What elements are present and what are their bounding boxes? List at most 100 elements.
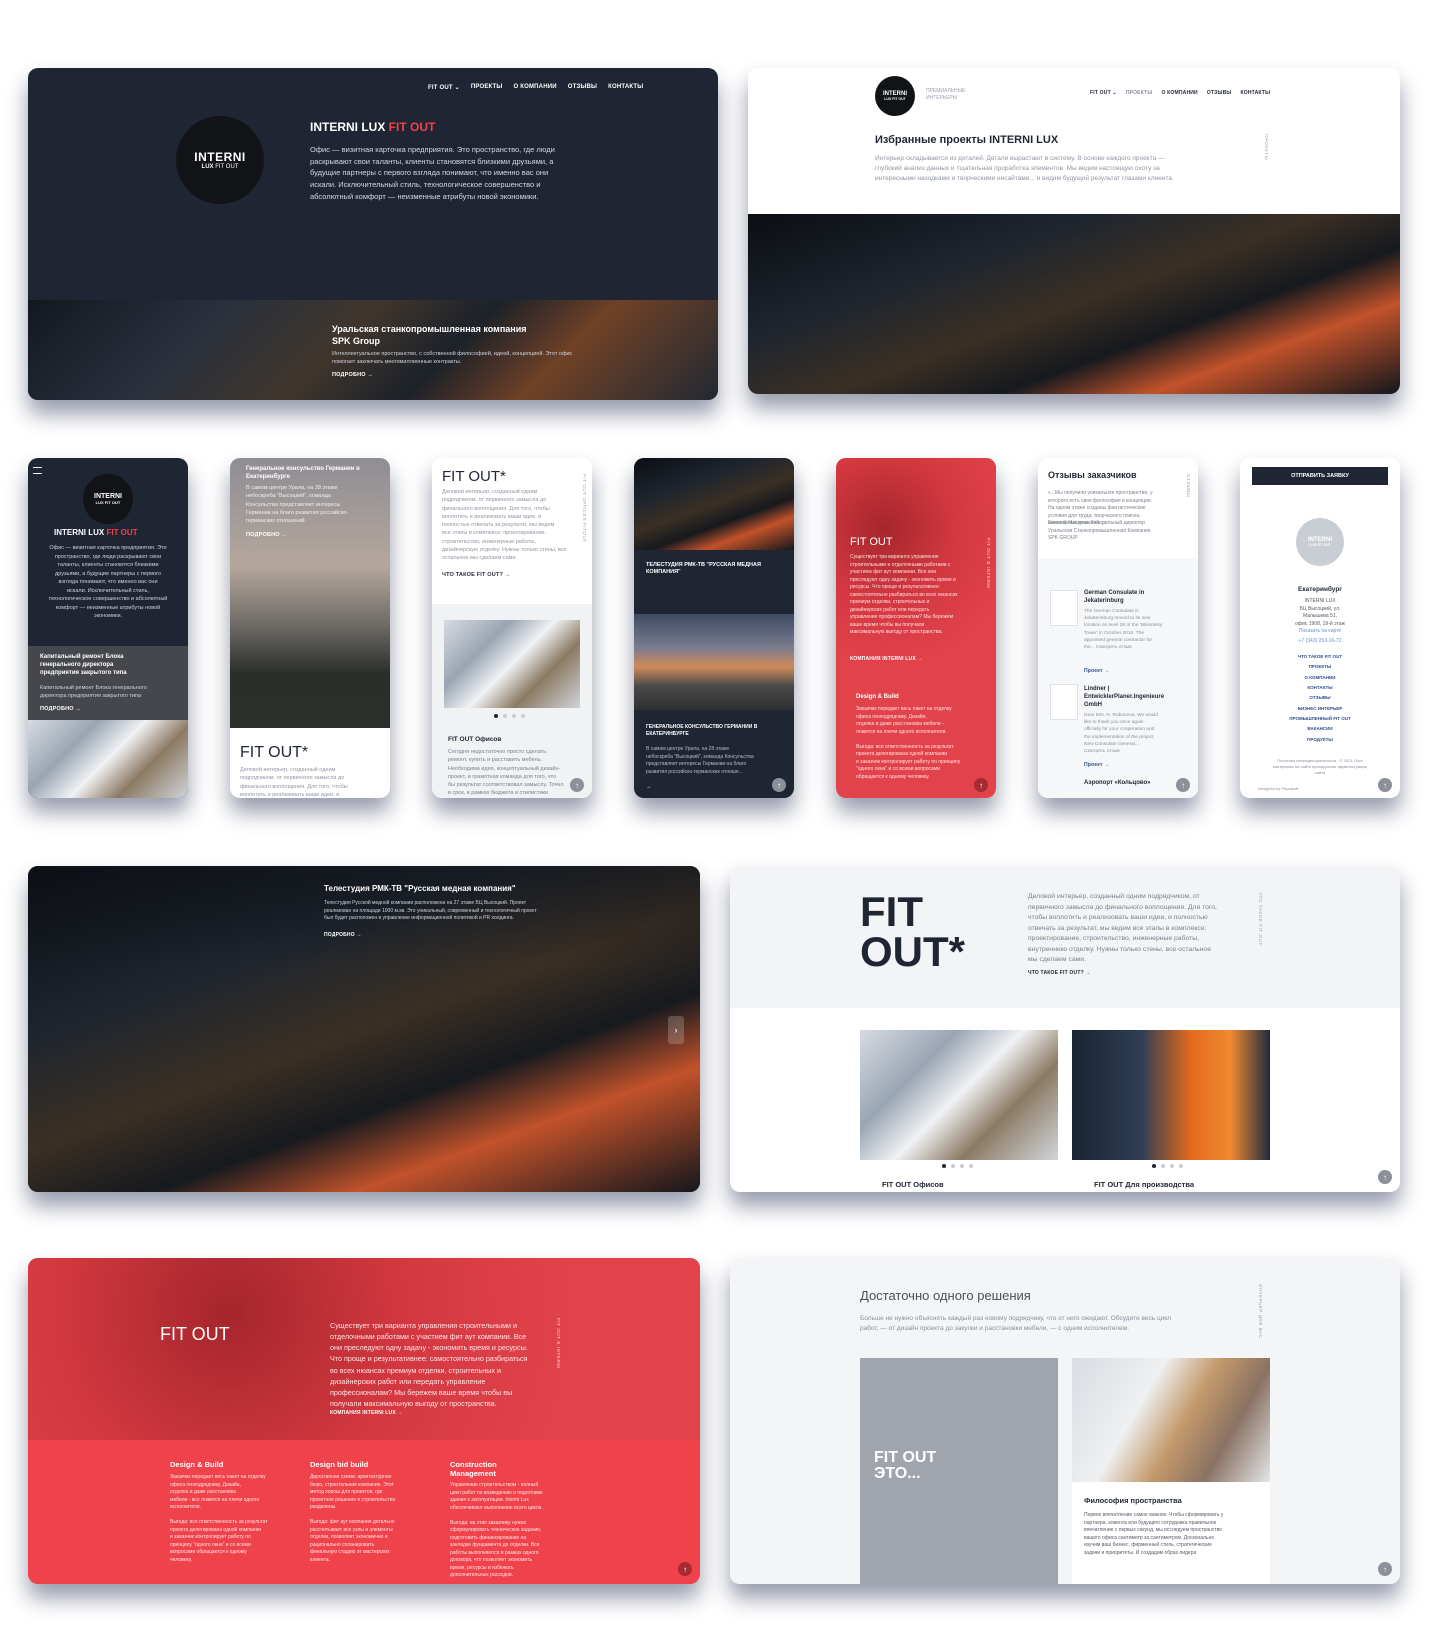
footer-link[interactable]: ПРОМЫШЛЕННЫЙ FIT OUT bbox=[1240, 714, 1400, 724]
send-request-button[interactable]: ОТПРАВИТЬ ЗАЯВКУ bbox=[1252, 467, 1388, 485]
mobile-studio-card: ТЕЛЕСТУДИЯ РМК-ТВ "РУССКАЯ МЕДНАЯ КОМПАН… bbox=[634, 458, 794, 798]
m4-title-2: ГЕНЕРАЛЬНОЕ КОНСУЛЬСТВО ГЕРМАНИИ В ЕКАТЕ… bbox=[646, 724, 758, 737]
fitout-carousel-dots-1[interactable] bbox=[942, 1164, 973, 1168]
fitout-carousel-dots-2[interactable] bbox=[1152, 1164, 1183, 1168]
m1-text: Офис — визитная карточка предприятия. Эт… bbox=[48, 545, 168, 620]
nav-projects[interactable]: ПРОЕКТЫ bbox=[471, 84, 503, 91]
m7-scroll-up-button[interactable]: ↑ bbox=[1378, 778, 1392, 792]
footer-links: ЧТО ТАКОЕ FIT OUT ПРОЕКТЫ О КОМПАНИИ КОН… bbox=[1240, 652, 1400, 745]
hero-slide-title: Уральская станкопромышленная компания SP… bbox=[332, 324, 527, 346]
m6-doc-thumb-1[interactable] bbox=[1050, 590, 1078, 626]
m2-more-link[interactable]: ПОДРОБНО → bbox=[246, 532, 287, 538]
m3-carousel-dots[interactable] bbox=[494, 714, 525, 718]
red-scroll-up-button[interactable]: ↑ bbox=[678, 1562, 692, 1576]
brand-logo-small[interactable]: INTERNI LUX FIT OUT bbox=[875, 76, 915, 116]
hero-slide-more-link[interactable]: ПОДРОБНО → bbox=[332, 372, 373, 378]
m3-more-link[interactable]: ЧТО ТАКОЕ FIT OUT? → bbox=[442, 572, 510, 578]
m6-r2-link[interactable]: Проект → bbox=[1084, 762, 1109, 768]
footer-phone[interactable]: +7 (343) 253-16-72 bbox=[1240, 638, 1400, 646]
solution-card-photo bbox=[1072, 1358, 1270, 1482]
footer-link[interactable]: ЧТО ТАКОЕ FIT OUT bbox=[1240, 652, 1400, 662]
footer-dev[interactable]: Designed by Pepelsoft bbox=[1258, 786, 1298, 792]
m6-author: Евгений Макаров, Генеральный директор Ур… bbox=[1048, 520, 1151, 541]
projects-text: Интерьер складывается из деталей. Детали… bbox=[875, 155, 1174, 183]
m4-photo-1 bbox=[634, 458, 794, 550]
footer-map-link[interactable]: Показать на карте bbox=[1240, 628, 1400, 636]
footer-link[interactable]: ПРОЕКТЫ bbox=[1240, 662, 1400, 672]
m6-doc-thumb-2[interactable] bbox=[1050, 684, 1078, 720]
solution-bg bbox=[730, 1258, 1400, 1584]
fitout-scroll-up-button[interactable]: ↑ bbox=[1378, 1170, 1392, 1184]
studio-text: Телестудия Русской медной компании распо… bbox=[324, 900, 537, 921]
m6-r3-title: Аэропорт «Кольцово» bbox=[1084, 780, 1151, 786]
nav-company[interactable]: О КОМПАНИИ bbox=[1161, 90, 1197, 96]
solution-scroll-up-button[interactable]: ↑ bbox=[1378, 1562, 1392, 1576]
m5-sub-text: Заказчик передает весь пакет на отделку … bbox=[856, 706, 961, 780]
footer-link[interactable]: ОТЗЫВЫ bbox=[1240, 693, 1400, 703]
m5-scroll-up-button[interactable]: ↑ bbox=[974, 778, 988, 792]
fitout-card-2-photo[interactable] bbox=[1072, 1030, 1270, 1160]
red-text: Существует три варианта управления строи… bbox=[330, 1321, 528, 1409]
footer-link[interactable]: БИЗНЕС ИНТЕРЬЕР bbox=[1240, 704, 1400, 714]
nav-projects[interactable]: ПРОЕКТЫ bbox=[1126, 90, 1153, 96]
m3-photo bbox=[444, 620, 580, 708]
nav-reviews[interactable]: ОТЗЫВЫ bbox=[568, 84, 597, 91]
red-vertical-label: FIT OUT В INTERNI bbox=[556, 1318, 561, 1370]
fitout-big-title: FIT OUT* bbox=[860, 888, 965, 975]
nav-contacts[interactable]: КОНТАКТЫ bbox=[1241, 90, 1271, 96]
m6-r1-link[interactable]: Проект → bbox=[1084, 668, 1109, 674]
hamburger-icon[interactable] bbox=[33, 467, 42, 474]
solution-vertical-label: ИНТЕРЬЕР ДЛЯ ВАС bbox=[1258, 1284, 1263, 1339]
footer-link[interactable]: ВАКАНСИИ bbox=[1240, 724, 1400, 734]
mobile-reviews-card: Отзывы заказчиков «...Мы получили уникал… bbox=[1038, 458, 1198, 798]
fitout-more-link[interactable]: ЧТО ТАКОЕ FIT OUT? → bbox=[1028, 970, 1091, 976]
footer-policy[interactable]: Политика конфиденциальности · © 2021 | В… bbox=[1240, 758, 1400, 776]
red-more-link[interactable]: КОМПАНИЯ INTERNI LUX → bbox=[330, 1410, 403, 1416]
m2-title: Генеральное консульство Германии в Екате… bbox=[246, 466, 360, 480]
m1-slide-text: Капитальный ремонт Блока генерального ди… bbox=[40, 685, 147, 700]
desktop-fitout-card: FIT OUT* Деловой интерьер, созданный одн… bbox=[730, 866, 1400, 1192]
m4-text: В самом центре Урала, на 28 этаже небоск… bbox=[646, 746, 754, 775]
m3-big-title: FIT OUT* bbox=[442, 468, 506, 485]
footer-address: INTERNI LUX БЦ Высоцкий, ул. Малышева 51… bbox=[1295, 598, 1345, 627]
mobile-red-card: FIT OUT Существует три варианта управлен… bbox=[836, 458, 996, 798]
m4-more-link[interactable]: → bbox=[646, 784, 652, 790]
footer-link[interactable]: О КОМПАНИИ bbox=[1240, 673, 1400, 683]
studio-next-arrow-icon[interactable]: › bbox=[668, 1016, 684, 1044]
red-col-3-text: Управление строительством - полный цикл … bbox=[450, 1482, 543, 1578]
m3-vertical-label: FIT OUT OFFICES FITOUT bbox=[582, 474, 587, 543]
mobile-footer-card: ОТПРАВИТЬ ЗАЯВКУ INTERNI LUX FIT OUT Ека… bbox=[1240, 458, 1400, 798]
m1-more-link[interactable]: ПОДРОБНО → bbox=[40, 706, 81, 712]
nav-fitout[interactable]: FIT OUT ⌄ bbox=[428, 84, 460, 91]
red-col-1-text: Заказчик передает весь пакет на отделку … bbox=[170, 1474, 268, 1563]
logo-top: INTERNI bbox=[194, 150, 246, 164]
solution-grey-title: FIT OUT ЭТО... bbox=[874, 1449, 937, 1482]
m6-r2-text: Dear Mrs. N. Rubanova, We would like to … bbox=[1084, 713, 1159, 754]
desktop-studio-card: Телестудия РМК-ТВ "Русская медная компан… bbox=[28, 866, 700, 1192]
brand-logo-mobile[interactable]: INTERNI LUX FIT OUT bbox=[83, 474, 133, 524]
m5-more-link[interactable]: КОМПАНИЯ INTERNI LUX → bbox=[850, 656, 923, 662]
hero-slide-text: Интеллектуальное пространство, с собстве… bbox=[332, 351, 573, 366]
brand-logo[interactable]: INTERNI LUX FIT OUT bbox=[176, 116, 264, 204]
m6-vertical-label: ОТЗЫВЫ bbox=[1186, 474, 1191, 498]
m6-r1-title: German Consulate in Jekaterinburg bbox=[1084, 590, 1145, 604]
footer-link[interactable]: КОНТАКТЫ bbox=[1240, 683, 1400, 693]
footer-link[interactable]: ПРОДУКТЫ bbox=[1240, 735, 1400, 745]
nav-reviews[interactable]: ОТЗЫВЫ bbox=[1207, 90, 1232, 96]
brand-tagline: ПРЕМИАЛЬНЫЕ ИНТЕРЬЕРЫ bbox=[926, 88, 966, 101]
m6-r1-text: The German Consulate in Jekaterinburg mo… bbox=[1084, 609, 1163, 650]
fitout-card-1-title: FIT OUT Офисов bbox=[882, 1180, 944, 1189]
nav-company[interactable]: О КОМПАНИИ bbox=[513, 84, 556, 91]
nav-fitout[interactable]: FIT OUT ⌄ bbox=[1090, 90, 1117, 96]
nav-contacts[interactable]: КОНТАКТЫ bbox=[608, 84, 643, 91]
brand-logo-footer[interactable]: INTERNI LUX FIT OUT bbox=[1296, 518, 1344, 566]
m4-scroll-up-button[interactable]: ↑ bbox=[772, 778, 786, 792]
m6-scroll-up-button[interactable]: ↑ bbox=[1176, 778, 1190, 792]
m5-sub-title: Design & Build bbox=[856, 694, 899, 700]
m3-scroll-up-button[interactable]: ↑ bbox=[570, 778, 584, 792]
fitout-card-1-photo[interactable] bbox=[860, 1030, 1058, 1160]
main-nav: FIT OUT ⌄ ПРОЕКТЫ О КОМПАНИИ ОТЗЫВЫ КОНТ… bbox=[428, 84, 643, 91]
studio-more-link[interactable]: ПОДРОБНО → bbox=[324, 932, 362, 938]
m3-card-title: FIT OUT Офисов bbox=[448, 736, 502, 743]
red-title: FIT OUT bbox=[160, 1324, 230, 1344]
